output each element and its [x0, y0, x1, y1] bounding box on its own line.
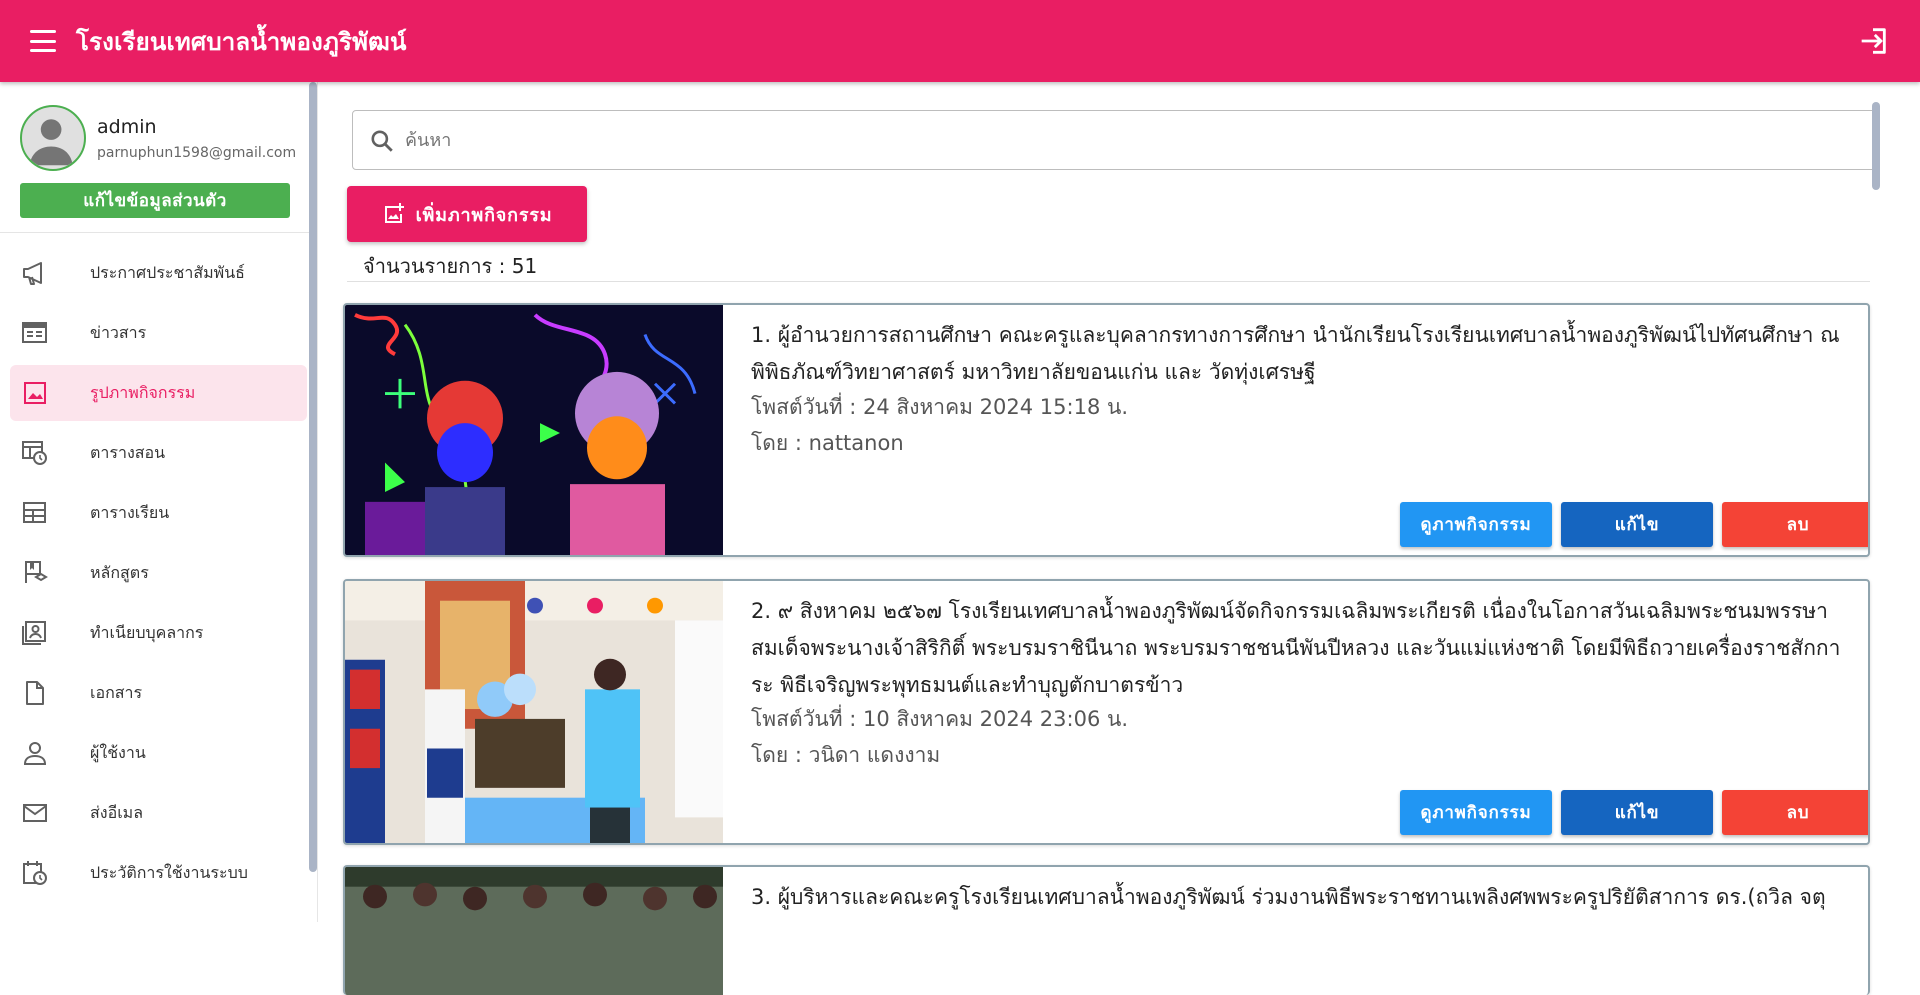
edit-activity-button[interactable]: แก้ไข — [1561, 502, 1713, 547]
logout-icon[interactable] — [1856, 24, 1890, 58]
delete-activity-button[interactable]: ลบ — [1722, 502, 1868, 547]
add-button-label: เพิ่มภาพกิจกรรม — [415, 204, 553, 226]
sidebar-item-label: ตารางสอน — [90, 442, 166, 462]
newspaper-icon — [22, 322, 47, 343]
sidebar-item-label: ประวัติการใช้งานระบบ — [90, 862, 248, 882]
avatar — [20, 105, 86, 171]
divider — [347, 281, 1870, 282]
profile-panel: admin parnuphun1598@gmail.com แก้ไขข้อมู… — [0, 82, 317, 233]
calendar-clock-icon — [22, 441, 47, 465]
activity-card: 3. ผู้บริหารและคณะครูโรงเรียนเทศบาลน้ำพอ… — [343, 865, 1870, 995]
sidebar-item-label: ผู้ใช้งาน — [90, 742, 146, 762]
activity-author: โดย : nattanon — [751, 431, 904, 455]
activity-title: 2. ๙ สิงหาคม ๒๕๖๗ โรงเรียนเทศบาลน้ำพองภู… — [751, 599, 1841, 697]
person-icon — [23, 742, 47, 765]
sidebar-item-staff-directory[interactable]: ทำเนียบบุคลากร — [10, 605, 307, 661]
search-box — [352, 110, 1880, 170]
activity-card: 1. ผู้อำนวยการสถานศึกษา คณะครูและบุคลากร… — [343, 303, 1870, 557]
sidebar-item-label: ข่าวสาร — [90, 322, 147, 342]
mail-icon — [23, 804, 47, 822]
sidebar-item-send-email[interactable]: ส่งอีเมล — [10, 785, 307, 841]
activity-posted-date: โพสต์วันที่ : 10 สิงหาคม 2024 23:06 น. — [751, 707, 1129, 731]
app-title: โรงเรียนเทศบาลน้ำพองภูริพัฒน์ — [76, 27, 407, 56]
table-icon — [23, 502, 46, 523]
delete-activity-button[interactable]: ลบ — [1722, 790, 1868, 835]
sidebar-item-label: ส่งอีเมล — [90, 802, 144, 822]
main-scrollbar[interactable] — [1872, 102, 1880, 190]
search-icon — [371, 130, 393, 152]
sidebar-item-announcements[interactable]: ประกาศประชาสัมพันธ์ — [10, 245, 307, 301]
megaphone-icon — [23, 262, 42, 285]
document-icon — [26, 681, 44, 705]
sidebar-item-label: รูปภาพกิจกรรม — [90, 382, 196, 402]
sidebar-item-label: ตารางเรียน — [90, 502, 170, 522]
activity-thumbnail[interactable] — [345, 867, 723, 995]
user-name: admin — [97, 116, 157, 138]
view-activity-button[interactable]: ดูภาพกิจกรรม — [1400, 790, 1552, 835]
sidebar-item-label: ประกาศประชาสัมพันธ์ — [90, 262, 245, 282]
view-activity-button[interactable]: ดูภาพกิจกรรม — [1400, 502, 1552, 547]
history-icon — [23, 861, 47, 885]
activity-thumbnail[interactable] — [345, 305, 723, 555]
app-bar: โรงเรียนเทศบาลน้ำพองภูริพัฒน์ — [0, 0, 1920, 82]
sidebar-item-news[interactable]: ข่าวสาร — [10, 305, 307, 361]
item-count: จำนวนรายการ : 51 — [363, 254, 538, 278]
activity-title: 3. ผู้บริหารและคณะครูโรงเรียนเทศบาลน้ำพอ… — [751, 885, 1826, 909]
sidebar-scrollbar[interactable] — [309, 82, 317, 872]
sidebar-item-label: หลักสูตร — [90, 562, 149, 582]
search-input[interactable] — [405, 121, 1855, 159]
contact-card-icon — [22, 621, 46, 645]
sidebar-item-documents[interactable]: เอกสาร — [10, 665, 307, 721]
activity-thumbnail[interactable] — [345, 581, 723, 843]
sidebar-item-curriculum[interactable]: หลักสูตร — [10, 545, 307, 601]
add-photo-icon — [384, 203, 404, 223]
activity-author: โดย : วนิดา แดงงาม — [751, 743, 941, 767]
sidebar: admin parnuphun1598@gmail.com แก้ไขข้อมู… — [0, 82, 318, 922]
main-content: เพิ่มภาพกิจกรรม จำนวนรายการ : 51 — [320, 82, 1900, 995]
sidebar-item-label: ทำเนียบบุคลากร — [90, 622, 204, 642]
book-icon — [25, 561, 48, 583]
edit-profile-button[interactable]: แก้ไขข้อมูลส่วนตัว — [20, 183, 290, 218]
sidebar-nav: ประกาศประชาสัมพันธ์ ข่าวสาร รูปภาพกิจกรร… — [0, 233, 317, 901]
edit-activity-button[interactable]: แก้ไข — [1561, 790, 1713, 835]
user-email: parnuphun1598@gmail.com — [97, 145, 297, 161]
sidebar-item-usage-history[interactable]: ประวัติการใช้งานระบบ — [10, 845, 307, 901]
sidebar-item-activity-photos[interactable]: รูปภาพกิจกรรม — [10, 365, 307, 421]
sidebar-item-label: เอกสาร — [90, 682, 143, 702]
sidebar-item-users[interactable]: ผู้ใช้งาน — [10, 725, 307, 781]
activity-title: 1. ผู้อำนวยการสถานศึกษา คณะครูและบุคลากร… — [751, 323, 1840, 384]
menu-icon[interactable] — [30, 30, 56, 52]
activity-card: 2. ๙ สิงหาคม ๒๕๖๗ โรงเรียนเทศบาลน้ำพองภู… — [343, 579, 1870, 845]
activity-posted-date: โพสต์วันที่ : 24 สิงหาคม 2024 15:18 น. — [751, 395, 1129, 419]
sidebar-item-class-schedule[interactable]: ตารางเรียน — [10, 485, 307, 541]
add-activity-photo-button[interactable]: เพิ่มภาพกิจกรรม — [347, 186, 587, 242]
image-icon — [24, 382, 46, 404]
sidebar-item-teaching-schedule[interactable]: ตารางสอน — [10, 425, 307, 481]
